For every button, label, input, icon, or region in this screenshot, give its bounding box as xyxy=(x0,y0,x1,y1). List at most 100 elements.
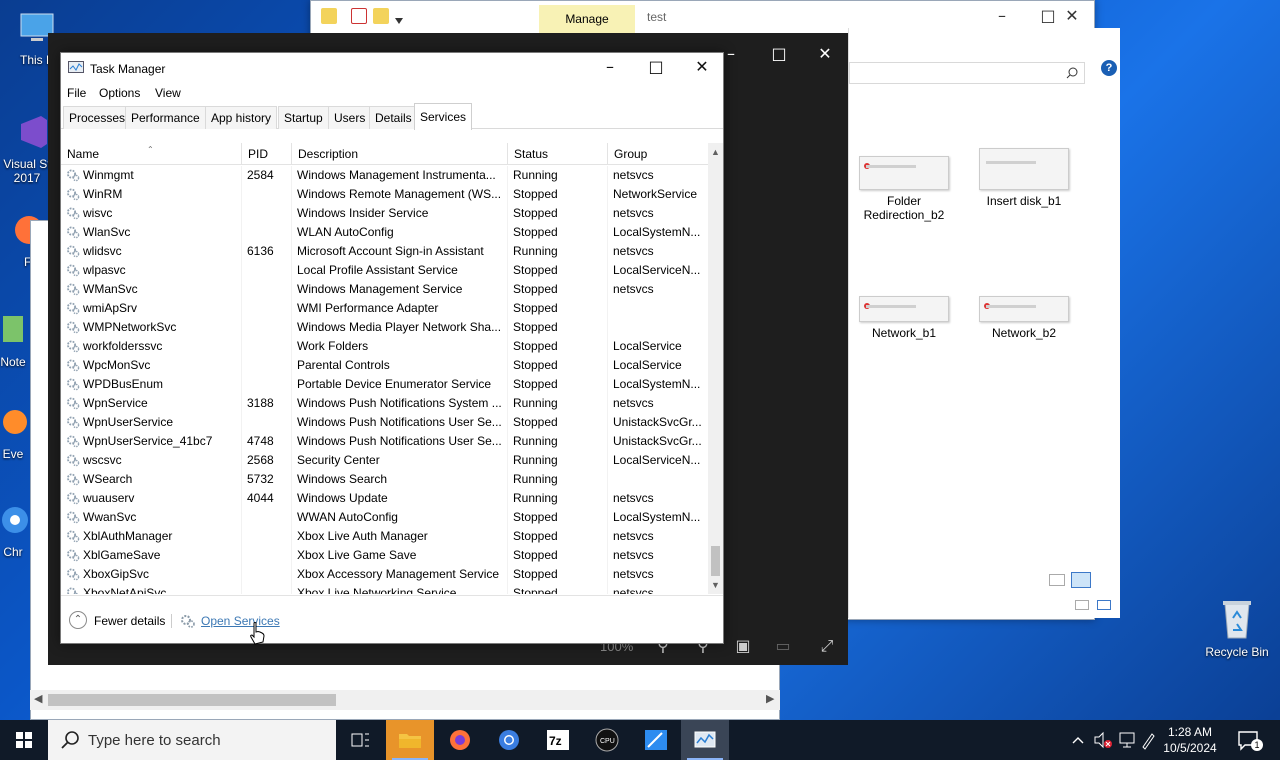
show-hidden-icons-button[interactable] xyxy=(1070,720,1086,760)
service-gear-icon xyxy=(66,529,80,543)
column-header-group[interactable]: Group xyxy=(607,143,708,165)
service-name: Winmgmt xyxy=(83,168,134,182)
tab-startup[interactable]: Startup xyxy=(278,106,329,129)
menu-options[interactable]: Options xyxy=(99,86,140,100)
menu-file[interactable]: File xyxy=(67,86,86,100)
service-row[interactable]: WpcMonSvc Parental Controls Stopped LocalSe… xyxy=(61,356,707,375)
scroll-up-icon[interactable]: ▲ xyxy=(708,145,723,159)
thumbnail-folder-redirection[interactable]: Folder Redirection_b2 xyxy=(849,156,959,222)
service-row[interactable]: workfolderssvc Work Folders Stopped LocalSe… xyxy=(61,337,707,356)
service-row[interactable]: WinRM Windows Remote Management (WS... Sto… xyxy=(61,185,707,204)
service-row[interactable]: wmiApSrv WMI Performance Adapter Stopped xyxy=(61,299,707,318)
scroll-right-icon[interactable]: ▶ xyxy=(766,692,774,705)
tab-details[interactable]: Details xyxy=(369,106,418,129)
new-folder-icon[interactable] xyxy=(373,8,389,24)
service-status: Stopped xyxy=(513,206,558,220)
service-row[interactable]: WpnService 3188 Windows Push Notifications… xyxy=(61,394,707,413)
service-row[interactable]: wlpasvc Local Profile Assistant Service St… xyxy=(61,261,707,280)
column-header-name[interactable]: ⌃ Name xyxy=(61,143,241,165)
service-description: Windows Search xyxy=(297,472,388,486)
large-icons-view-icon[interactable] xyxy=(1097,600,1111,610)
service-row[interactable]: XboxNetApiSvc Xbox Live Networking Servic… xyxy=(61,584,707,594)
service-row[interactable]: wisvc Windows Insider Service Stopped netsv… xyxy=(61,204,707,223)
desktop-icon-recycle-bin[interactable]: Recycle Bin xyxy=(1202,596,1272,659)
fullscreen-icon[interactable]: ⤢ xyxy=(816,635,838,657)
thumbnail-network-b1[interactable]: Network_b1 xyxy=(849,296,959,340)
service-row[interactable]: XblGameSave Xbox Live Game Save Stopped net… xyxy=(61,546,707,565)
service-row[interactable]: wuauserv 4044 Windows Update Running netsvcs xyxy=(61,489,707,508)
taskbar-task-manager[interactable] xyxy=(681,720,729,760)
open-services-link[interactable]: Open Services xyxy=(201,614,280,628)
tab-services[interactable]: Services xyxy=(414,103,473,130)
taskbar-7zip[interactable]: 7z xyxy=(534,720,582,760)
properties-icon[interactable] xyxy=(351,8,367,24)
customize-qa-icon[interactable] xyxy=(395,13,403,24)
actual-size-icon[interactable]: ▭ xyxy=(772,635,794,657)
tab-performance[interactable]: Performance xyxy=(125,106,206,129)
clock[interactable]: 1:28 AM 10/5/2024 xyxy=(1158,724,1222,756)
column-header-description[interactable]: Description xyxy=(291,143,507,165)
service-row[interactable]: wscsvc 2568 Security Center Running LocalSer… xyxy=(61,451,707,470)
scroll-left-icon[interactable]: ◀ xyxy=(34,692,42,705)
fit-to-window-icon[interactable]: ▣ xyxy=(732,635,754,657)
action-center-button[interactable]: 1 xyxy=(1236,728,1263,752)
service-row[interactable]: XboxGipSvc Xbox Accessory Management Serv… xyxy=(61,565,707,584)
service-row[interactable]: Winmgmt 2584 Windows Management Instrument… xyxy=(61,166,707,185)
desktop-icon-label: Visual St 2017 xyxy=(3,157,51,185)
tab-processes[interactable]: Processes xyxy=(63,106,132,129)
service-row[interactable]: WSearch 5732 Windows Search Running xyxy=(61,470,707,489)
tab-app-history[interactable]: App history xyxy=(205,106,278,129)
network-button[interactable] xyxy=(1118,720,1138,760)
minimize-icon[interactable]: – xyxy=(587,53,633,83)
thumbnail-insert-disk[interactable]: Insert disk_b1 xyxy=(969,148,1079,208)
details-view-icon[interactable] xyxy=(1075,600,1089,610)
task-view-button[interactable] xyxy=(336,720,384,760)
service-row[interactable]: WlanSvc WLAN AutoConfig Stopped LocalSystem… xyxy=(61,223,707,242)
service-group: LocalSystemN... xyxy=(613,377,701,391)
service-row[interactable]: WwanSvc WWAN AutoConfig Stopped LocalSystem… xyxy=(61,508,707,527)
tab-users[interactable]: Users xyxy=(328,106,372,129)
taskbar-file-explorer[interactable] xyxy=(386,720,434,760)
column-header-status[interactable]: Status xyxy=(507,143,607,165)
menu-view[interactable]: View xyxy=(155,86,181,100)
scroll-down-icon[interactable]: ▼ xyxy=(708,578,723,592)
help-icon[interactable]: ? xyxy=(1101,60,1117,76)
service-row[interactable]: WMPNetworkSvc Windows Media Player Networ… xyxy=(61,318,707,337)
large-icons-view-icon[interactable] xyxy=(1071,572,1091,588)
taskbar-paint[interactable] xyxy=(632,720,680,760)
taskbar-chrome[interactable] xyxy=(485,720,533,760)
horizontal-scrollbar[interactable]: ◀ ▶ xyxy=(30,690,780,710)
search-box[interactable] xyxy=(849,62,1085,84)
folder-icon[interactable] xyxy=(321,8,337,24)
service-row[interactable]: WManSvc Windows Management Service Stopped… xyxy=(61,280,707,299)
thumbnail-network-b2[interactable]: Network_b2 xyxy=(969,296,1079,340)
manage-tab[interactable]: Manage xyxy=(539,5,635,33)
service-row[interactable]: WPDBusEnum Portable Device Enumerator Ser… xyxy=(61,375,707,394)
start-button[interactable] xyxy=(0,720,48,760)
service-row[interactable]: WpnUserService Windows Push Notifications… xyxy=(61,413,707,432)
service-pid: 2568 xyxy=(247,453,274,467)
service-gear-icon xyxy=(66,263,80,277)
clock-date: 10/5/2024 xyxy=(1163,741,1217,755)
fewer-details-button[interactable]: Fewer details xyxy=(94,614,165,628)
taskbar-cpu-z[interactable]: CPU xyxy=(583,720,631,760)
service-row[interactable]: wlidsvc 6136 Microsoft Account Sign-in Ass… xyxy=(61,242,707,261)
chevron-up-icon[interactable]: ⌃ xyxy=(69,611,87,629)
maximize-icon[interactable]: □ xyxy=(756,39,802,69)
scrollbar-thumb[interactable] xyxy=(711,546,720,576)
details-view-icon[interactable] xyxy=(1049,574,1065,586)
close-icon[interactable]: ✕ xyxy=(679,53,725,83)
service-row[interactable]: WpnUserService_41bc7 4748 Windows Push Not… xyxy=(61,432,707,451)
vertical-scrollbar[interactable]: ▲ ▼ xyxy=(708,143,723,594)
taskbar-firefox[interactable] xyxy=(436,720,484,760)
close-icon[interactable]: ✕ xyxy=(802,39,848,69)
volume-button[interactable] xyxy=(1092,720,1114,760)
maximize-icon[interactable]: □ xyxy=(633,53,679,83)
close-icon[interactable]: ✕ xyxy=(1049,1,1095,31)
taskbar-search-box[interactable]: Type here to search xyxy=(48,720,336,760)
column-header-pid[interactable]: PID xyxy=(241,143,291,165)
scrollbar-thumb[interactable] xyxy=(48,694,336,706)
pen-workspace-button[interactable] xyxy=(1140,720,1156,760)
service-row[interactable]: XblAuthManager Xbox Live Auth Manager Stop… xyxy=(61,527,707,546)
minimize-icon[interactable]: – xyxy=(979,1,1025,31)
